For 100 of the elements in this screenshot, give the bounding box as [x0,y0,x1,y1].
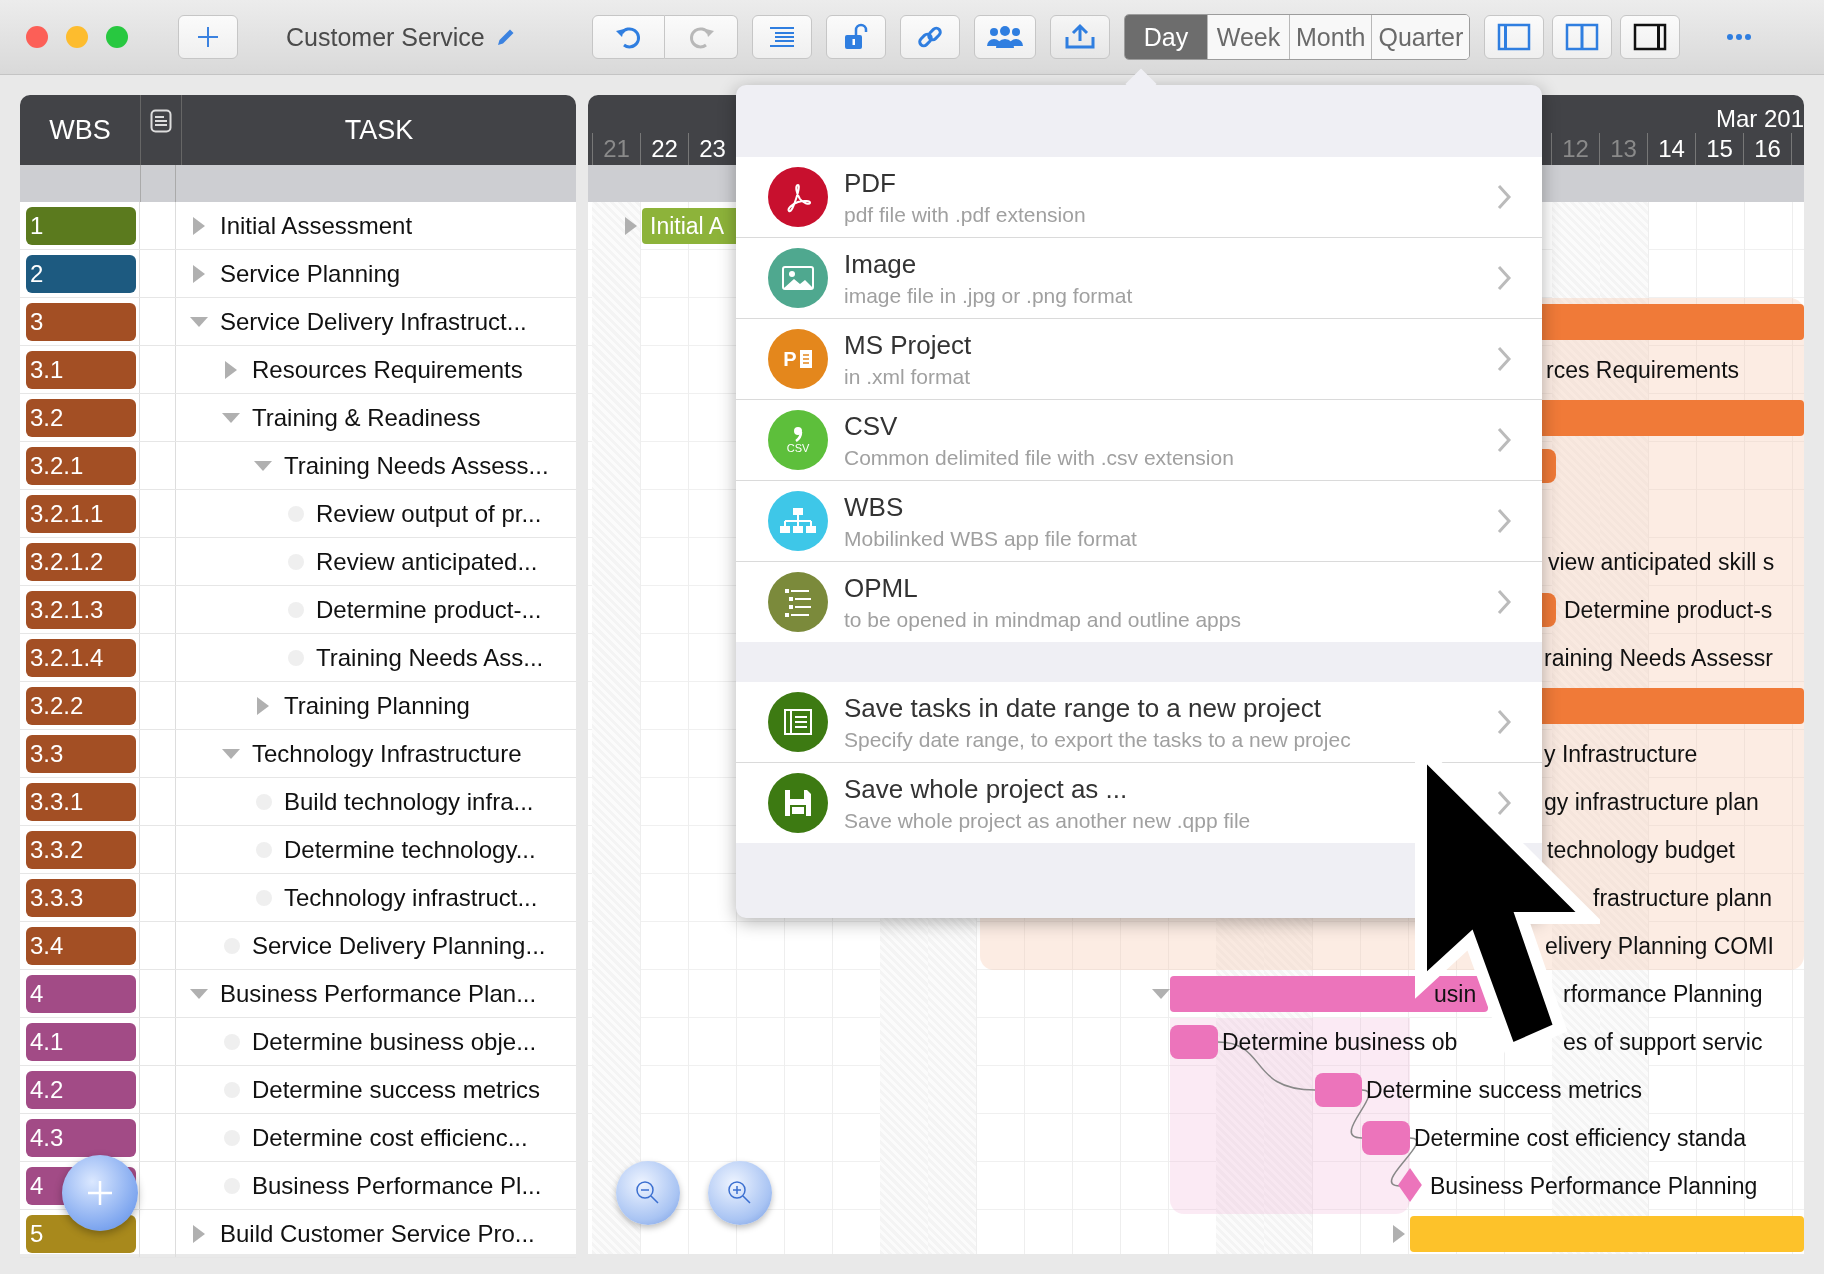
task-name[interactable]: Training Needs Ass... [316,643,544,672]
bar-label: usin [1434,980,1477,1009]
task-name[interactable]: Technology Infrastructure [252,739,522,768]
task-name[interactable]: Determine cost efficienc... [252,1123,528,1152]
wbs-number: 4 [26,974,136,1013]
bar-label: y Infrastructure [1544,740,1698,769]
option-title: CSV [844,410,899,442]
wbs-number: 3.3.3 [26,878,136,917]
option-description: image file in .jpg or .png format [844,283,1134,308]
task-name[interactable]: Business Performance Plan... [220,979,537,1008]
center-panel-icon [1565,23,1600,51]
task-name[interactable]: Training Needs Assess... [284,451,549,480]
bar-label: Determine success metrics [1366,1076,1643,1105]
option-description: in .xml format [844,364,972,389]
task-bar[interactable] [1315,1073,1362,1107]
wbs-number: 3.3 [26,734,136,773]
bar-label: rformance Planning [1563,980,1763,1009]
option-title: Save whole project as ... [844,773,1129,805]
wbs-number: 2 [26,254,136,293]
column-header: WBS [48,113,112,147]
close-window-button[interactable] [26,26,48,48]
task-bar[interactable] [1170,1025,1218,1059]
task-name[interactable]: Service Delivery Infrastruct... [220,307,527,336]
view-mode-tab[interactable]: Month [1289,15,1372,59]
task-name[interactable]: Technology infrastruct... [284,883,538,912]
summary-bar[interactable] [1170,976,1488,1012]
indent-button[interactable] [752,15,812,59]
people-button[interactable] [974,15,1036,59]
redo-button[interactable] [665,15,738,59]
wbs-number: 3.2 [26,398,136,437]
option-title: PDF [844,167,897,199]
option-description: to be opened in mindmap and outline apps [844,607,1242,632]
add-button[interactable] [178,15,238,59]
lines-icon [767,25,797,49]
wbs-number: 3.3.2 [26,830,136,869]
task-name[interactable]: Training Planning [284,691,470,720]
link-button[interactable] [900,15,960,59]
zoom-window-button[interactable] [106,26,128,48]
task-name[interactable]: Training & Readiness [252,403,481,432]
bar-label: raining Needs Assessr [1544,644,1773,673]
minimize-window-button[interactable] [66,26,88,48]
view-mode-tab[interactable]: Quarter [1371,15,1470,59]
task-name[interactable]: Service Planning [220,259,401,288]
task-name[interactable]: Business Performance Pl... [252,1171,542,1200]
layout-button[interactable] [1620,15,1681,59]
column-header: TASK [343,113,415,147]
bar-label: frastructure plann [1593,884,1772,913]
wbs-number: 3.4 [26,926,136,965]
padlock-icon [843,23,869,51]
more-icon[interactable] [1726,33,1753,41]
task-name[interactable]: Review anticipated... [316,547,538,576]
task-name[interactable]: Build technology infra... [284,787,534,816]
task-name[interactable]: Review output of pr... [316,499,542,528]
option-description: pdf file with .pdf extension [844,202,1087,227]
export-option[interactable]: WBS Mobilinked WBS app file format [736,480,1542,561]
export-option[interactable]: Image image file in .jpg or .png format [736,237,1542,318]
plus-icon [196,25,220,49]
connector-line [1350,1089,1370,1139]
month-label: Mar 201 [1715,105,1804,133]
people-icon [986,24,1024,50]
wbs-number: 3.2.1.3 [26,590,136,629]
connector-line [1390,1137,1418,1187]
task-name[interactable]: Initial Assessment [220,211,413,240]
bar-label: Determine product-s [1564,596,1773,625]
bar-label: Determine business ob [1222,1028,1458,1057]
option-title: Image [844,248,918,280]
option-description: Mobilinked WBS app file format [844,526,1138,551]
lock-button[interactable] [826,15,886,59]
view-mode-tab[interactable]: Week [1207,15,1289,59]
plus-icon [85,1178,115,1208]
task-name[interactable]: Determine business obje... [252,1027,537,1056]
bar-label: Determine cost efficiency standa [1414,1124,1746,1153]
export-option[interactable]: OPML to be opened in mindmap and outline apps [736,561,1542,642]
chevron-right-icon [1496,345,1512,373]
task-name[interactable]: Determine product-... [316,595,542,624]
export-option[interactable]: Save tasks in date range to a new project Specify date range, to export the tasks to a new projec [736,682,1542,762]
option-title: WBS [844,491,905,523]
view-mode-tab[interactable]: Day [1125,15,1207,59]
bar-label: elivery Planning COMI [1545,932,1774,961]
task-bar[interactable] [1362,1121,1410,1155]
task-name[interactable]: Build Customer Service Pro... [220,1219,535,1248]
wbs-number: 3.1 [26,350,136,389]
wbs-number: 4.1 [26,1022,136,1061]
chevron-right-icon [1496,789,1512,817]
option-description: Specify date range, to export the tasks to a new projec [844,727,1352,752]
task-name[interactable]: Determine success metrics [252,1075,541,1104]
export-option[interactable]: P MS Project in .xml format [736,318,1542,399]
undo-button[interactable] [592,15,665,59]
left-panel-icon [1497,23,1532,51]
bar-label: es of support servic [1563,1028,1763,1057]
bar-label: gy infrastructure plan [1544,788,1759,817]
task-name[interactable]: Determine technology... [284,835,536,864]
task-name[interactable]: Resources Requirements [252,355,523,384]
bar-label: technology budget [1547,836,1735,865]
chevron-right-icon [1496,507,1512,535]
export-button[interactable] [1050,15,1110,59]
task-name[interactable]: Service Delivery Planning... [252,931,546,960]
window-title: Customer Service [286,22,485,52]
option-title: MS Project [844,329,973,361]
export-option[interactable]: CSV CSV Common delimited file with .csv extension [736,399,1542,480]
